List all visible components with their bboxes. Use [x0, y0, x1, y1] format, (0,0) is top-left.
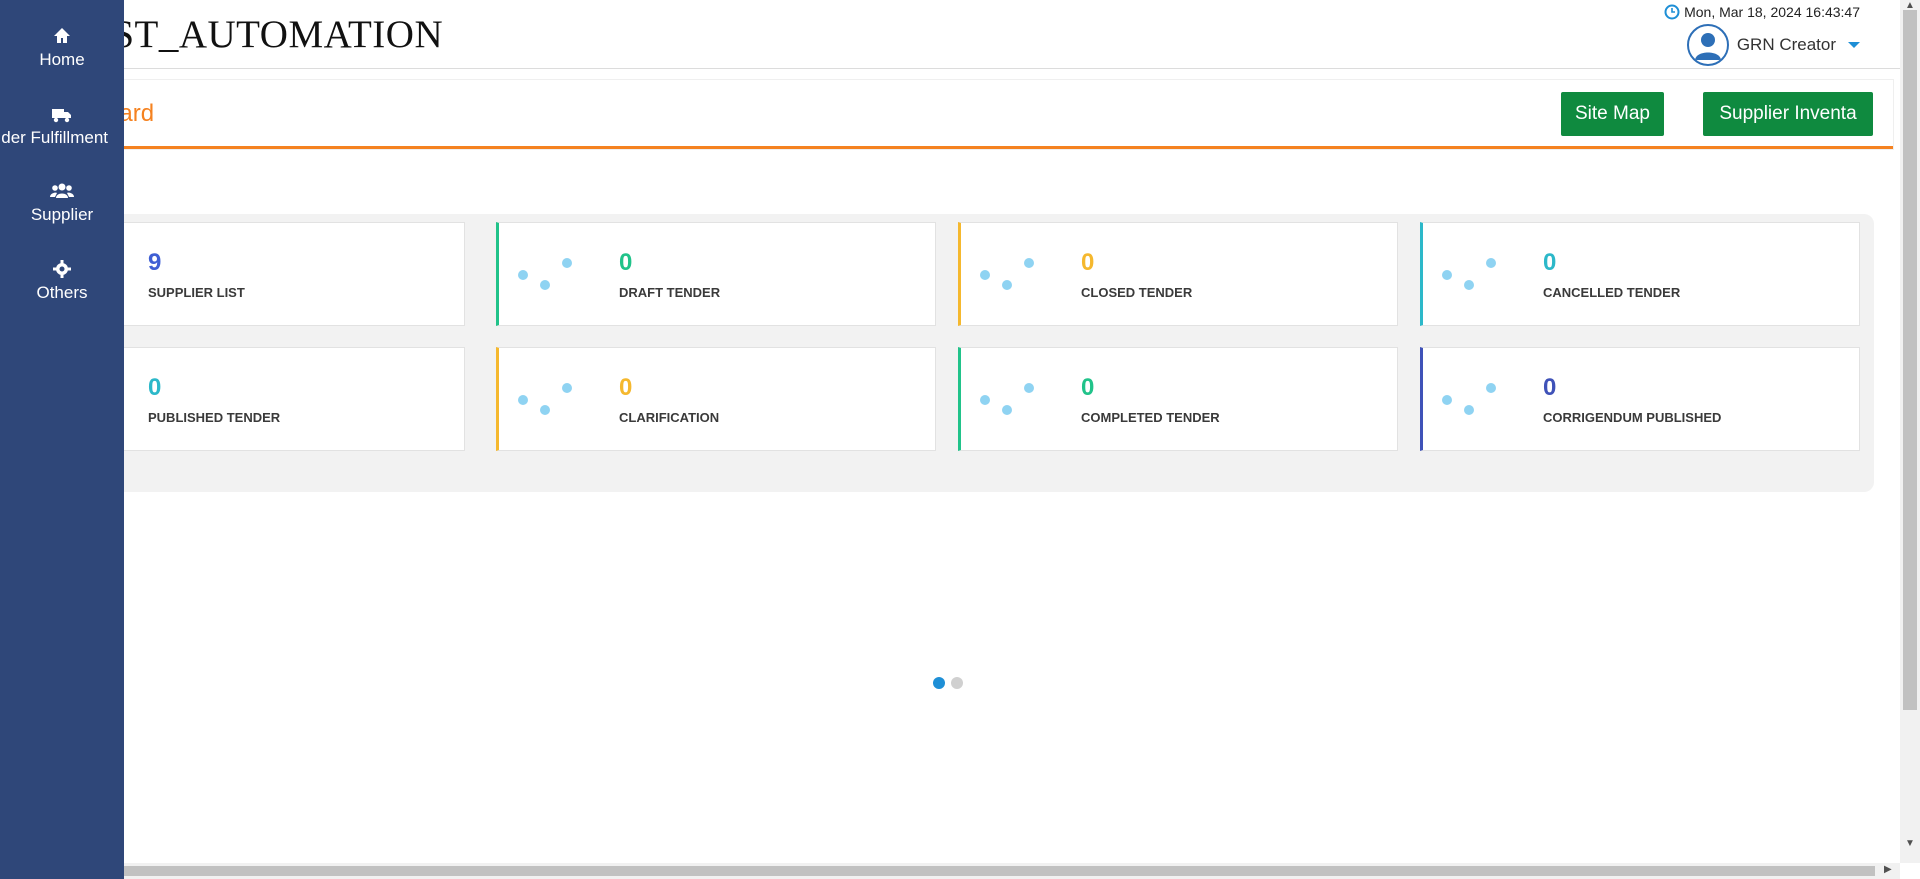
stat-label: CLOSED TENDER [1081, 285, 1193, 300]
carousel-dot-2[interactable] [951, 677, 963, 689]
stat-label: CANCELLED TENDER [1543, 285, 1681, 300]
stat-value: 9 [148, 249, 162, 276]
stats-carousel: 9 SUPPLIER LIST 0 DRAFT TENDER 0 CLOSED … [0, 214, 1874, 689]
sidebar-item-label: der Fulfillment [1, 128, 108, 147]
scroll-right-icon[interactable]: ▶ [1884, 864, 1892, 875]
stat-label: CLARIFICATION [619, 410, 720, 425]
scroll-down-icon[interactable]: ▼ [1905, 838, 1915, 849]
sidebar-item-supplier[interactable]: Supplier [0, 181, 124, 225]
vertical-scroll-thumb[interactable] [1903, 10, 1917, 710]
stat-label: SUPPLIER LIST [148, 285, 245, 300]
horizontal-scrollbar[interactable]: ◀ ▶ [0, 863, 1900, 879]
users-icon [50, 183, 74, 198]
stat-card-closed-tender[interactable]: 0 CLOSED TENDER [958, 222, 1398, 326]
stat-value: 0 [619, 374, 633, 401]
vertical-scrollbar[interactable]: ▲ ▼ [1900, 0, 1920, 863]
stat-card-cancelled-tender[interactable]: 0 CANCELLED TENDER [1420, 222, 1860, 326]
stat-value: 0 [1081, 374, 1095, 401]
sidebar-item-label: Supplier [30, 205, 94, 224]
stat-value: 0 [148, 374, 162, 401]
loading-dots-icon [1442, 383, 1496, 415]
user-avatar-icon [1694, 33, 1721, 60]
stat-card-clarification[interactable]: 0 CLARIFICATION [496, 347, 936, 451]
chevron-down-icon [1848, 42, 1860, 48]
sidebar: Home der Fulfillment Supplier Others [0, 0, 124, 879]
sidebar-item-home[interactable]: Home [0, 26, 124, 70]
clock-icon [1664, 4, 1680, 20]
home-icon [54, 28, 70, 43]
site-map-button[interactable]: Site Map [1561, 92, 1664, 136]
stat-card-corrigendum-published[interactable]: 0 CORRIGENDUM PUBLISHED [1420, 347, 1860, 451]
stat-value: 0 [1543, 374, 1557, 401]
loading-dots-icon [518, 383, 572, 415]
stat-card-completed-tender[interactable]: 0 COMPLETED TENDER [958, 347, 1398, 451]
datetime-text: Mon, Mar 18, 2024 16:43:47 [1684, 4, 1860, 20]
top-header: EST_AUTOMATION Mon, Mar 18, 2024 16:43:4… [0, 0, 1900, 69]
avatar [1686, 24, 1729, 66]
loading-dots-icon [1442, 258, 1496, 290]
sidebar-item-others[interactable]: Others [0, 259, 124, 303]
datetime-display: Mon, Mar 18, 2024 16:43:47 [1664, 4, 1860, 20]
app-title: EST_AUTOMATION [88, 13, 444, 56]
loading-dots-icon [980, 383, 1034, 415]
stat-value: 0 [1081, 249, 1095, 276]
carousel-pager [933, 677, 963, 689]
gear-icon [53, 260, 71, 278]
carousel-dot-1[interactable] [933, 677, 945, 689]
user-name: GRN Creator [1736, 35, 1836, 54]
stat-label: DRAFT TENDER [619, 285, 721, 300]
stat-label: PUBLISHED TENDER [148, 410, 281, 425]
stat-value: 0 [619, 249, 633, 276]
sidebar-item-label: Others [36, 283, 88, 302]
supplier-inventory-button[interactable]: Supplier Inventa [1703, 92, 1873, 136]
sidebar-item-label: Home [39, 50, 85, 69]
stat-card-draft-tender[interactable]: 0 DRAFT TENDER [496, 222, 936, 326]
stat-value: 0 [1543, 249, 1557, 276]
loading-dots-icon [980, 258, 1034, 290]
user-menu[interactable]: GRN Creator [1686, 24, 1860, 66]
loading-dots-icon [518, 258, 572, 290]
horizontal-scroll-thumb[interactable] [20, 866, 1875, 876]
stat-label: CORRIGENDUM PUBLISHED [1543, 410, 1722, 425]
truck-icon [52, 109, 71, 123]
sidebar-item-order-fulfillment[interactable]: der Fulfillment [0, 104, 124, 148]
stat-label: COMPLETED TENDER [1081, 410, 1220, 425]
